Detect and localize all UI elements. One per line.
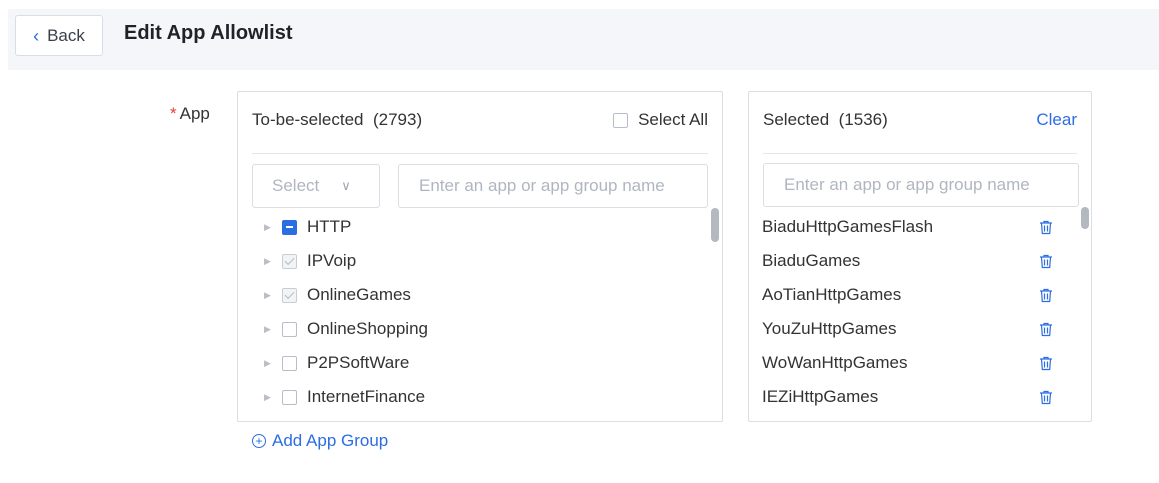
tree-item[interactable]: ▶ P2PSoftWare bbox=[238, 346, 708, 380]
expand-arrow-icon[interactable]: ▶ bbox=[264, 324, 282, 335]
item-checkbox[interactable] bbox=[282, 389, 297, 405]
right-scrollbar[interactable] bbox=[1081, 207, 1089, 229]
trash-icon[interactable] bbox=[1039, 288, 1053, 303]
plus-circle-icon: + bbox=[252, 434, 266, 448]
selected-item-label: BiaduHttpGamesFlash bbox=[762, 217, 934, 236]
trash-icon[interactable] bbox=[1039, 254, 1053, 269]
back-button-label: Back bbox=[47, 25, 85, 45]
tree-item[interactable]: ▶ OnlineShopping bbox=[238, 312, 708, 346]
tree-item-label: InternetFinance bbox=[307, 387, 426, 406]
item-checkbox bbox=[282, 253, 297, 269]
expand-arrow-icon[interactable]: ▶ bbox=[264, 256, 282, 267]
selected-list: BiaduHttpGamesFlash BiaduGames AoTianHttpG… bbox=[749, 210, 1079, 414]
selected-item-label: IEZiHttpGames bbox=[762, 387, 879, 406]
expand-arrow-icon[interactable]: ▶ bbox=[264, 358, 282, 369]
add-app-group-button[interactable]: + Add App Group bbox=[252, 431, 388, 451]
expand-arrow-icon[interactable]: ▶ bbox=[264, 222, 282, 233]
page-title: Edit App Allowlist bbox=[124, 22, 293, 44]
trash-icon[interactable] bbox=[1039, 220, 1053, 235]
selected-item: IEZiHttpGames bbox=[749, 380, 1079, 414]
trash-icon[interactable] bbox=[1039, 356, 1053, 371]
expand-arrow-icon[interactable]: ▶ bbox=[264, 392, 282, 403]
left-scrollbar[interactable] bbox=[711, 208, 719, 242]
tree-item[interactable]: ▶ OnlineGames bbox=[238, 278, 708, 312]
required-mark: * bbox=[170, 104, 177, 123]
tree-item[interactable]: ▶ InternetFinance bbox=[238, 380, 708, 414]
selected-item-label: YouZuHttpGames bbox=[762, 319, 897, 338]
select-all-checkbox[interactable]: Select All bbox=[613, 110, 708, 130]
selected-item: YouZuHttpGames bbox=[749, 312, 1079, 346]
selected-item: WoWanHttpGames bbox=[749, 346, 1079, 380]
item-checkbox[interactable] bbox=[282, 219, 297, 235]
tree-item[interactable]: ▶ IPVoip bbox=[238, 244, 708, 278]
selected-title-text: Selected bbox=[763, 110, 830, 129]
selected-item: BiaduHttpGamesFlash bbox=[749, 210, 1079, 244]
tree-item-label: OnlineShopping bbox=[307, 319, 428, 338]
add-app-group-label: Add App Group bbox=[272, 431, 389, 450]
item-checkbox bbox=[282, 287, 297, 303]
selected-count: (1536) bbox=[838, 110, 888, 129]
tree-item[interactable]: ▶ HTTP bbox=[238, 210, 708, 244]
tree-item-label: HTTP bbox=[307, 217, 352, 236]
expand-arrow-icon[interactable]: ▶ bbox=[264, 290, 282, 301]
selected-item-label: AoTianHttpGames bbox=[762, 285, 902, 304]
to-be-selected-list: ▶ HTTP ▶ IPVoip ▶ OnlineGames ▶ OnlineShopping ▶… bbox=[238, 210, 708, 414]
trash-icon[interactable] bbox=[1039, 390, 1053, 405]
tree-item-label: P2PSoftWare bbox=[307, 353, 410, 372]
select-all-label: Select All bbox=[638, 110, 708, 129]
right-search-input[interactable] bbox=[763, 163, 1079, 207]
selected-item-label: WoWanHttpGames bbox=[762, 353, 908, 372]
chevron-down-icon: ∨ bbox=[341, 178, 351, 193]
item-checkbox[interactable] bbox=[282, 355, 297, 371]
checkbox-icon bbox=[613, 112, 629, 128]
to-be-selected-panel: To-be-selected (2793) Select All Select … bbox=[237, 91, 723, 422]
group-filter-placeholder: Select bbox=[272, 176, 320, 195]
to-be-selected-count: (2793) bbox=[372, 110, 423, 129]
group-filter-select[interactable]: Select ∨ bbox=[252, 164, 380, 208]
panel-divider bbox=[763, 153, 1077, 154]
selected-item-label: BiaduGames bbox=[762, 251, 861, 270]
selected-title: Selected (1536) bbox=[763, 110, 888, 130]
panel-divider bbox=[252, 153, 708, 154]
to-be-selected-title-text: To-be-selected bbox=[252, 110, 364, 129]
to-be-selected-title: To-be-selected (2793) bbox=[252, 110, 422, 130]
trash-icon[interactable] bbox=[1039, 322, 1053, 337]
tree-item-label: OnlineGames bbox=[307, 285, 411, 304]
left-search-input[interactable] bbox=[398, 164, 708, 208]
clear-button[interactable]: Clear bbox=[1036, 110, 1077, 130]
selected-item: BiaduGames bbox=[749, 244, 1079, 278]
app-label-text: App bbox=[179, 104, 210, 123]
tree-item-label: IPVoip bbox=[307, 251, 357, 270]
app-field-label: * App bbox=[170, 104, 210, 124]
selected-panel: Selected (1536) Clear BiaduHttpGamesFlas… bbox=[748, 91, 1092, 422]
back-button[interactable]: ‹ Back bbox=[15, 15, 103, 56]
item-checkbox[interactable] bbox=[282, 321, 297, 337]
chevron-left-icon: ‹ bbox=[33, 25, 40, 46]
selected-item: AoTianHttpGames bbox=[749, 278, 1079, 312]
